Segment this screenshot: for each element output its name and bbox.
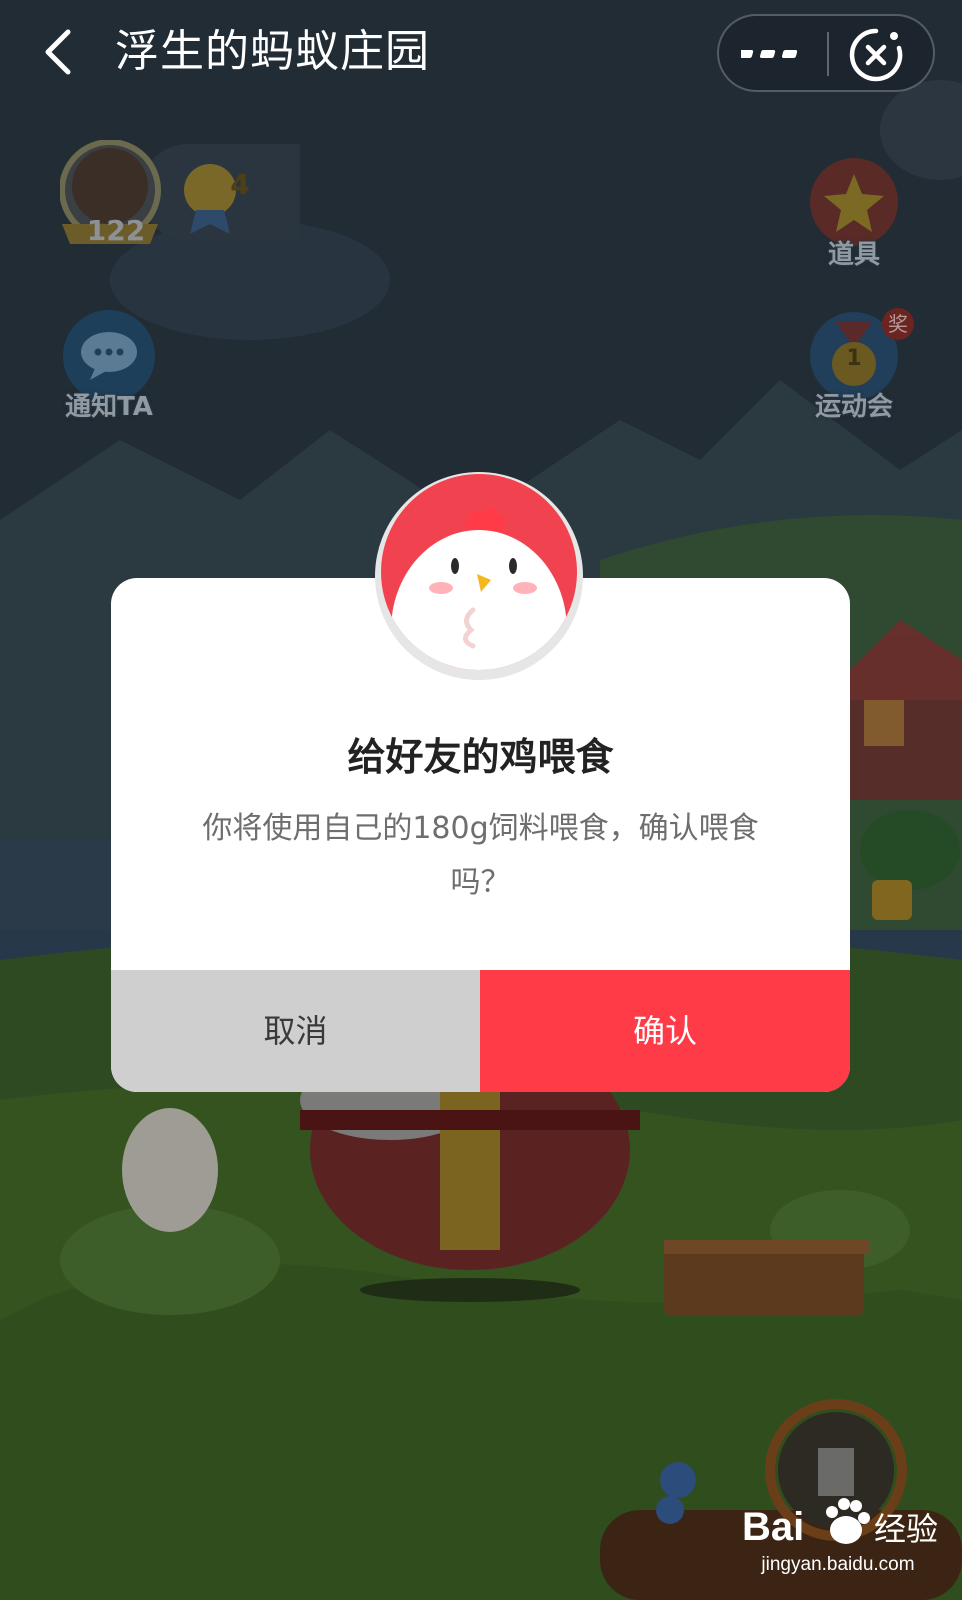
chicken-avatar-icon	[375, 472, 583, 680]
svg-text:经验: 经验	[874, 1510, 938, 1548]
baidu-paw-logo: Bai 经验	[742, 1498, 938, 1549]
dialog-message: 你将使用自己的180g饲料喂食，确认喂食吗？	[202, 811, 759, 900]
svg-text:Bai: Bai	[742, 1505, 804, 1549]
baidu-watermark: Bai 经验 jingyan.baidu.com	[738, 1490, 938, 1590]
dialog-title: 给好友的鸡喂食	[347, 735, 614, 779]
watermark-domain: jingyan.baidu.com	[761, 1554, 915, 1575]
cancel-button[interactable]: 取消	[111, 970, 480, 1092]
chicken-avatar	[373, 470, 585, 682]
confirm-button[interactable]: 确认	[480, 970, 850, 1092]
